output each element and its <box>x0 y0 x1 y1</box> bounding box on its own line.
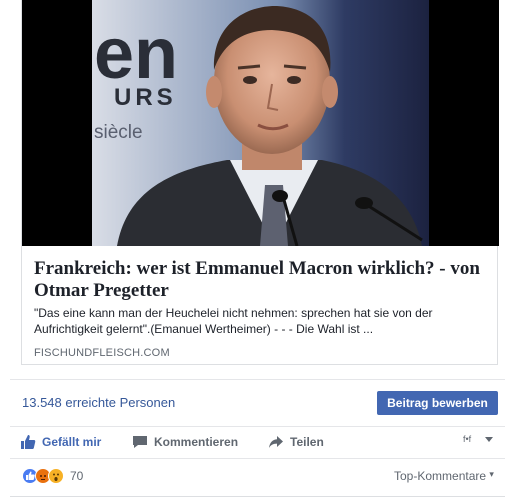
card-description: "Das eine kann man der Heuchelei nicht n… <box>34 306 433 336</box>
divider <box>10 458 505 459</box>
reach-label: erreichte Personen <box>65 395 176 410</box>
page-selector[interactable]: f•f <box>463 432 497 446</box>
article-photo-illustration: en URS siècle <box>22 0 499 246</box>
divider <box>10 496 505 497</box>
wow-reaction-icon <box>48 468 64 484</box>
like-label: Gefällt mir <box>42 435 102 449</box>
action-bar: Gefällt mir Kommentieren Teilen f•f <box>0 428 515 456</box>
top-comments-dropdown[interactable]: Top-Kommentare ▾ <box>394 469 494 483</box>
thumbs-up-icon <box>20 434 36 450</box>
divider <box>10 379 505 380</box>
card-domain: FISCHUNDFLEISCH.COM <box>34 347 170 359</box>
top-comments-label: Top-Kommentare <box>394 469 487 483</box>
share-arrow-icon <box>268 434 284 450</box>
link-preview-card[interactable]: en URS siècle Frankreich: wer ist Emmanu… <box>21 0 499 365</box>
boost-post-button[interactable]: Beitrag bewerben <box>377 391 498 415</box>
photo-backdrop-text-2: URS <box>114 84 177 111</box>
reaction-count: 70 <box>70 469 84 483</box>
page-avatar-chevron-icon: f•f <box>463 434 493 444</box>
reach-stats[interactable]: 13.548 erreichte Personen <box>22 395 175 410</box>
photo-backdrop-text: en <box>94 14 178 94</box>
card-title[interactable]: Frankreich: wer ist Emmanuel Macron wirk… <box>34 258 489 302</box>
comment-icon <box>132 434 148 450</box>
divider <box>10 426 505 427</box>
article-photo[interactable]: en URS siècle <box>22 0 499 246</box>
share-button[interactable]: Teilen <box>268 432 324 452</box>
dropdown-caret-icon: ▾ <box>489 469 494 479</box>
facebook-post: en URS siècle Frankreich: wer ist Emmanu… <box>0 0 515 501</box>
reactions-summary[interactable]: 70 <box>22 468 83 484</box>
comment-button[interactable]: Kommentieren <box>132 432 238 452</box>
share-label: Teilen <box>290 435 324 449</box>
like-button[interactable]: Gefällt mir <box>20 432 101 452</box>
photo-backdrop-text-3: siècle <box>94 122 143 143</box>
svg-text:f•f: f•f <box>463 434 472 444</box>
reach-count: 13.548 <box>22 395 62 410</box>
comment-label: Kommentieren <box>154 435 239 449</box>
